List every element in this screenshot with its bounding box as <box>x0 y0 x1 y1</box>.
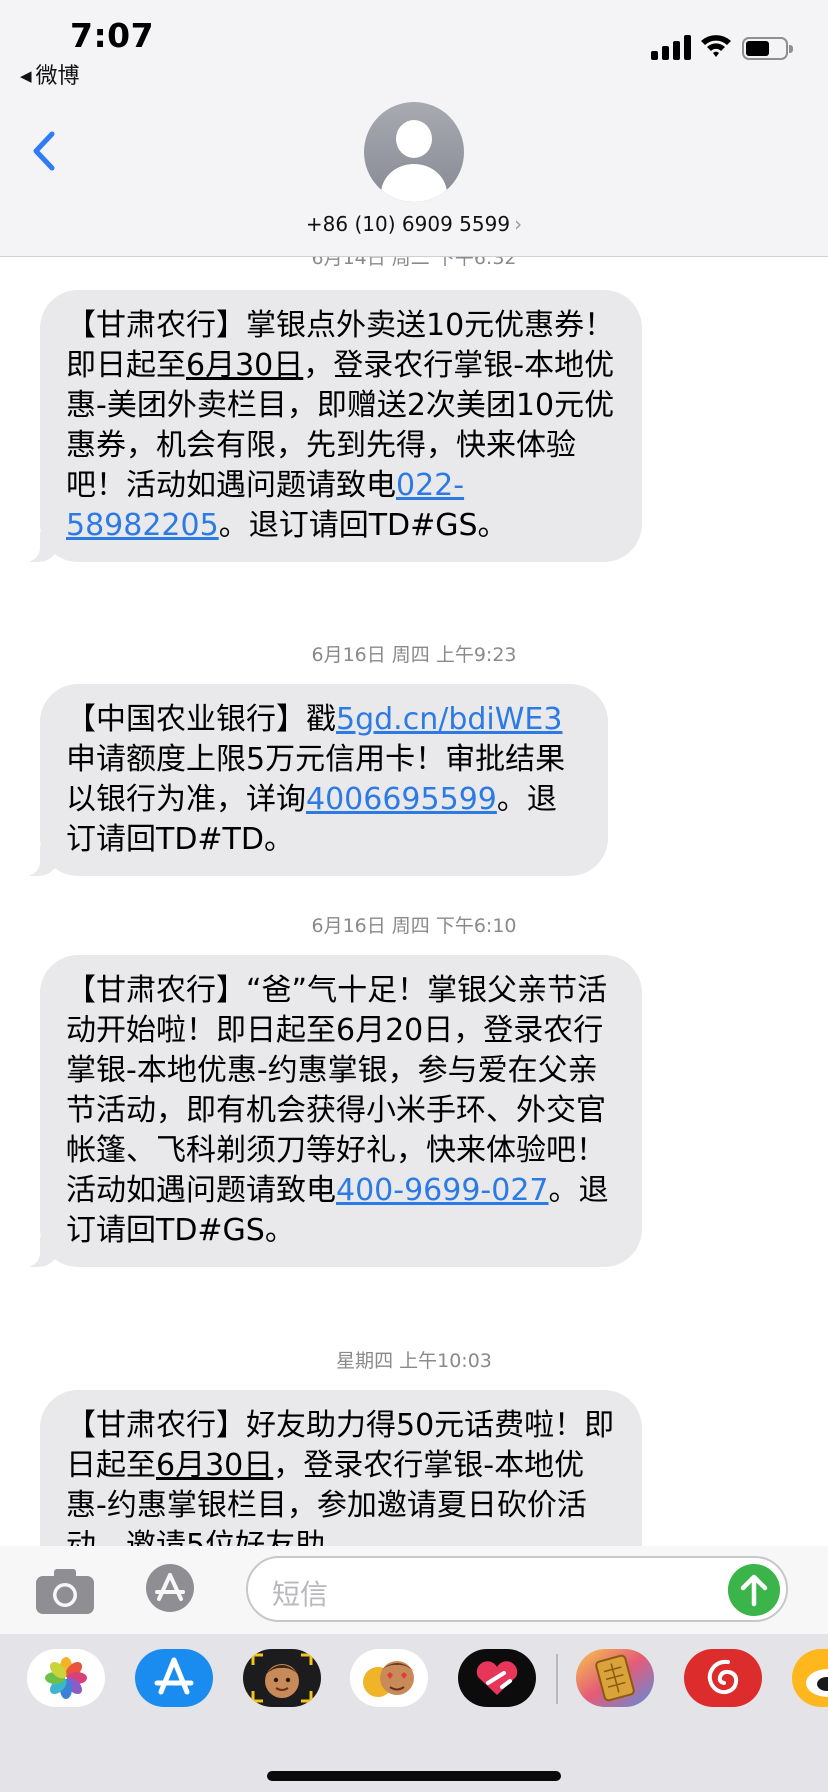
back-triangle-icon: ◀ <box>20 67 32 85</box>
home-indicator[interactable] <box>267 1771 561 1781</box>
status-bar: 7:07 ◀ 微博 <box>0 0 828 96</box>
message-timestamp: 星期四 上午10:03 <box>336 1350 492 1372</box>
chevron-right-icon: › <box>514 212 523 236</box>
message-input[interactable]: 短信 <box>246 1556 788 1622</box>
message-text: 。退订请回TD#GS。 <box>218 508 508 543</box>
imessage-app-drawer <box>0 1634 828 1792</box>
message-list[interactable]: 6月14日 周二 下午6:32 【甘肃农行】掌银点外卖送10元优惠券！即日起至6… <box>0 256 828 1546</box>
message-bubble[interactable]: 【甘肃农行】好友助力得50元话费啦！即日起至6月30日，登录农行掌银-本地优惠-… <box>40 1390 642 1546</box>
back-app-label: 微博 <box>35 64 80 89</box>
phone-link[interactable]: 400-9699-027 <box>336 1173 549 1208</box>
drawer-divider <box>556 1654 558 1704</box>
back-to-app-link[interactable]: ◀ 微博 <box>20 58 80 90</box>
date-detector-text[interactable]: 6月30日 <box>156 1448 273 1483</box>
photos-icon[interactable] <box>27 1649 105 1707</box>
app-store-icon[interactable] <box>135 1649 213 1707</box>
sim-card-app-icon[interactable] <box>576 1649 654 1707</box>
cellular-signal-icon <box>651 34 691 60</box>
memoji-stickers-icon[interactable] <box>350 1649 428 1707</box>
contact-avatar[interactable] <box>364 102 464 202</box>
message-bubble[interactable]: 【中国农业银行】戳5gd.cn/bdiWE3申请额度上限5万元信用卡！审批结果以… <box>20 684 608 876</box>
wifi-icon <box>701 35 731 57</box>
netease-music-icon[interactable] <box>684 1649 762 1707</box>
message-text: 【中国农业银行】戳 <box>66 702 336 737</box>
message-bubble[interactable]: 【甘肃农行】掌银点外卖送10元优惠券！即日起至6月30日，登录农行掌银-本地优惠… <box>20 290 642 562</box>
message-timestamp: 6月14日 周二 下午6:32 <box>311 256 517 269</box>
weibo-icon[interactable] <box>792 1649 828 1707</box>
message-timestamp: 6月16日 周四 上午9:23 <box>311 644 517 666</box>
back-chevron-icon[interactable] <box>26 126 66 176</box>
status-time: 7:07 <box>70 16 155 55</box>
digital-touch-icon[interactable] <box>458 1649 536 1707</box>
camera-icon[interactable] <box>34 1566 96 1616</box>
memoji-icon[interactable] <box>243 1649 321 1707</box>
date-detector-text[interactable]: 6月30日 <box>186 348 303 383</box>
conversation-header: +86 (10) 6909 5599 › <box>0 96 828 257</box>
url-link[interactable]: 5gd.cn/bdiWE3 <box>336 702 562 737</box>
app-store-icon[interactable] <box>140 1562 212 1614</box>
message-input-placeholder: 短信 <box>272 1578 329 1611</box>
battery-icon <box>742 37 793 60</box>
phone-link[interactable]: 4006695599 <box>306 782 497 817</box>
arrow-up-icon[interactable] <box>728 1564 780 1616</box>
contact-name-button[interactable]: +86 (10) 6909 5599 › <box>0 212 828 236</box>
contact-name: +86 (10) 6909 5599 <box>305 212 511 236</box>
message-timestamp: 6月16日 周四 下午6:10 <box>311 915 517 937</box>
message-bubble[interactable]: 【甘肃农行】“爸”气十足！掌银父亲节活动开始啦！即日起至6月20日，登录农行掌银… <box>20 955 642 1267</box>
input-bar: 短信 <box>0 1546 828 1634</box>
